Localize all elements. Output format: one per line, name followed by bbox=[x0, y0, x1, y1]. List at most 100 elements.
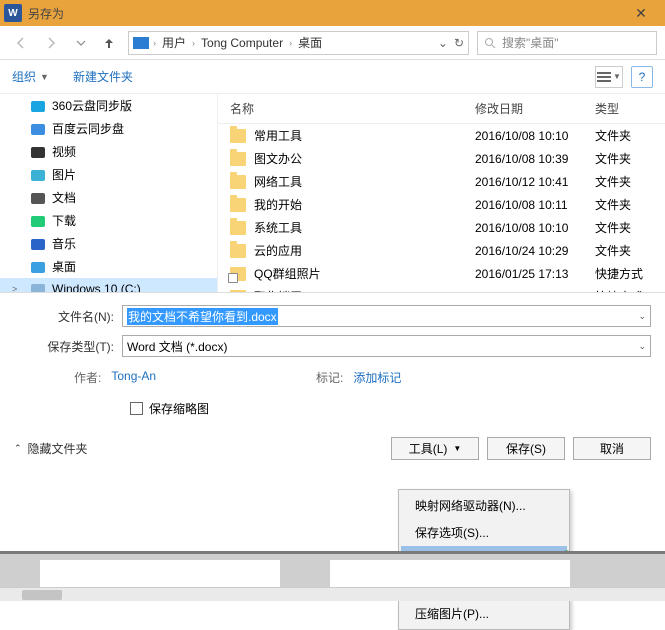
col-date[interactable]: 修改日期 bbox=[475, 100, 595, 117]
file-date: 2016/10/24 10:29 bbox=[475, 244, 595, 258]
crumb-0[interactable]: 用户 bbox=[160, 34, 188, 51]
sidebar-item-label: 百度云同步盘 bbox=[52, 120, 124, 137]
search-placeholder: 搜索"桌面" bbox=[502, 34, 559, 51]
file-date: 2016/01/25 17:13 bbox=[475, 267, 595, 281]
sidebar-item-8[interactable]: >Windows 10 (C:) bbox=[0, 278, 217, 292]
file-type: 快捷方式 bbox=[595, 265, 653, 282]
save-form: 文件名(N): 我的文档不希望你看到.docx⌄ 保存类型(T): Word 文… bbox=[0, 292, 665, 427]
tags-label: 标记: bbox=[316, 369, 343, 386]
view-button[interactable]: ▼ bbox=[595, 66, 623, 88]
folder-icon bbox=[230, 129, 246, 143]
scrollbar[interactable] bbox=[0, 587, 665, 601]
location-icon bbox=[133, 37, 149, 49]
file-name: 常用工具 bbox=[254, 127, 302, 144]
file-row[interactable]: 网络工具 2016/10/12 10:41文件夹 bbox=[218, 170, 665, 193]
file-row[interactable]: 聚焦锁屏 2016/01/25 17:17快捷方式 bbox=[218, 285, 665, 292]
file-list-header: 名称 修改日期 类型 bbox=[218, 94, 665, 124]
tools-button[interactable]: 工具(L)▼ bbox=[391, 437, 479, 460]
sidebar-item-4[interactable]: 文档 bbox=[0, 186, 217, 209]
refresh-icon[interactable]: ↻ bbox=[454, 36, 464, 50]
file-list: 名称 修改日期 类型 常用工具2016/10/08 10:10文件夹图文办公20… bbox=[218, 94, 665, 292]
author-value[interactable]: Tong-An bbox=[111, 369, 156, 386]
file-type: 文件夹 bbox=[595, 196, 653, 213]
file-name: 图文办公 bbox=[254, 150, 302, 167]
recent-button[interactable] bbox=[68, 30, 94, 56]
filename-label: 文件名(N): bbox=[14, 308, 122, 325]
cloud-icon bbox=[30, 98, 46, 114]
file-type: 文件夹 bbox=[595, 219, 653, 236]
menu-item-0[interactable]: 映射网络驱动器(N)... bbox=[401, 492, 567, 519]
cloud-icon bbox=[30, 121, 46, 137]
download-icon bbox=[30, 213, 46, 229]
file-date: 2016/10/08 10:11 bbox=[475, 198, 595, 212]
sidebar-item-label: Windows 10 (C:) bbox=[52, 282, 141, 292]
file-date: 2016/01/25 17:17 bbox=[475, 290, 595, 293]
file-type: 文件夹 bbox=[595, 150, 653, 167]
sidebar-item-6[interactable]: 音乐 bbox=[0, 232, 217, 255]
file-date: 2016/10/08 10:39 bbox=[475, 152, 595, 166]
file-name: 系统工具 bbox=[254, 219, 302, 236]
filename-input[interactable]: 我的文档不希望你看到.docx⌄ bbox=[122, 305, 651, 327]
folder-icon bbox=[230, 221, 246, 235]
sidebar-item-2[interactable]: 视频 bbox=[0, 140, 217, 163]
file-name: 网络工具 bbox=[254, 173, 302, 190]
crumb-2[interactable]: 桌面 bbox=[296, 34, 324, 51]
file-row[interactable]: 系统工具2016/10/08 10:10文件夹 bbox=[218, 216, 665, 239]
video-icon bbox=[30, 144, 46, 160]
new-folder-button[interactable]: 新建文件夹 bbox=[73, 68, 133, 85]
search-icon bbox=[484, 37, 496, 49]
thumbnail-checkbox[interactable]: 保存缩略图 bbox=[14, 396, 651, 421]
tags-value[interactable]: 添加标记 bbox=[353, 369, 401, 386]
sidebar-item-label: 图片 bbox=[52, 166, 76, 183]
shortcut-icon bbox=[230, 267, 246, 281]
sidebar-item-5[interactable]: 下载 bbox=[0, 209, 217, 232]
sidebar-item-1[interactable]: 百度云同步盘 bbox=[0, 117, 217, 140]
file-date: 2016/10/08 10:10 bbox=[475, 129, 595, 143]
crumb-1[interactable]: Tong Computer bbox=[199, 36, 285, 50]
cancel-button[interactable]: 取消 bbox=[573, 437, 651, 460]
back-button[interactable] bbox=[8, 30, 34, 56]
file-type: 文件夹 bbox=[595, 173, 653, 190]
file-type: 快捷方式 bbox=[595, 288, 653, 292]
file-date: 2016/10/12 10:41 bbox=[475, 175, 595, 189]
address-bar[interactable]: › 用户 › Tong Computer › 桌面 ⌄↻ bbox=[128, 31, 469, 55]
menu-item-1[interactable]: 保存选项(S)... bbox=[401, 519, 567, 546]
sidebar-item-label: 360云盘同步版 bbox=[52, 97, 132, 114]
file-row[interactable]: 图文办公 2016/10/08 10:39文件夹 bbox=[218, 147, 665, 170]
word-icon: W bbox=[4, 4, 22, 22]
hide-folders-toggle[interactable]: ⌃隐藏文件夹 bbox=[14, 440, 88, 457]
checkbox-icon bbox=[130, 402, 143, 415]
up-button[interactable] bbox=[98, 32, 120, 54]
sidebar: 360云盘同步版百度云同步盘视频图片文档下载音乐桌面 >Windows 10 (C… bbox=[0, 94, 218, 292]
organize-button[interactable]: 组织▼ bbox=[12, 68, 49, 85]
sidebar-item-label: 桌面 bbox=[52, 258, 76, 275]
forward-button[interactable] bbox=[38, 30, 64, 56]
search-input[interactable]: 搜索"桌面" bbox=[477, 31, 657, 55]
col-type[interactable]: 类型 bbox=[595, 100, 653, 117]
file-type: 文件夹 bbox=[595, 242, 653, 259]
window-title: 另存为 bbox=[28, 5, 64, 22]
scroll-thumb[interactable] bbox=[22, 590, 62, 600]
file-name: 聚焦锁屏 bbox=[254, 288, 302, 292]
help-button[interactable]: ? bbox=[631, 66, 653, 88]
save-button[interactable]: 保存(S) bbox=[487, 437, 565, 460]
drive-icon bbox=[30, 281, 46, 292]
addr-dropdown-icon[interactable]: ⌄ bbox=[438, 36, 448, 50]
menu-item-4[interactable]: 压缩图片(P)... bbox=[401, 600, 567, 627]
author-label: 作者: bbox=[74, 369, 101, 386]
sidebar-item-label: 音乐 bbox=[52, 235, 76, 252]
sidebar-item-0[interactable]: 360云盘同步版 bbox=[0, 94, 217, 117]
close-button[interactable]: ✕ bbox=[621, 0, 661, 26]
col-name[interactable]: 名称 bbox=[230, 100, 475, 117]
thumbnail-label: 保存缩略图 bbox=[149, 400, 209, 417]
sidebar-item-7[interactable]: 桌面 bbox=[0, 255, 217, 278]
file-row[interactable]: 云的应用 2016/10/24 10:29文件夹 bbox=[218, 239, 665, 262]
file-row[interactable]: 常用工具2016/10/08 10:10文件夹 bbox=[218, 124, 665, 147]
titlebar: W 另存为 ✕ bbox=[0, 0, 665, 26]
action-bar: ⌃隐藏文件夹 工具(L)▼ 保存(S) 取消 bbox=[0, 427, 665, 470]
filetype-select[interactable]: Word 文档 (*.docx)⌄ bbox=[122, 335, 651, 357]
sidebar-item-3[interactable]: 图片 bbox=[0, 163, 217, 186]
file-row[interactable]: 我的开始2016/10/08 10:11文件夹 bbox=[218, 193, 665, 216]
file-row[interactable]: QQ群组照片2016/01/25 17:13快捷方式 bbox=[218, 262, 665, 285]
file-name: 云的应用 bbox=[254, 242, 302, 259]
